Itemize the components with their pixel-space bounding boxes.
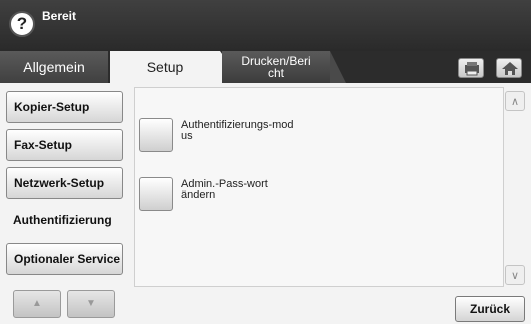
change-admin-password-button[interactable] — [139, 177, 173, 211]
home-icon[interactable] — [496, 58, 522, 78]
sidebar-item-kopier-setup[interactable]: Kopier-Setup — [6, 91, 123, 123]
tab-bar: Allgemein Setup Drucken/Beri cht — [0, 51, 531, 83]
status-header: ? Bereit — [0, 0, 531, 51]
options-list: Authentifizierungs-mod us Admin.-Pass-wo… — [134, 87, 504, 287]
tab-drucken-bericht[interactable]: Drucken/Beri cht — [222, 51, 346, 83]
tab-allgemein[interactable]: Allgemein — [0, 51, 108, 83]
sidebar: Kopier-Setup Fax-Setup Netzwerk-Setup Au… — [0, 83, 128, 324]
vertical-scrollbar[interactable]: ∧ ∨ — [505, 89, 525, 287]
main-panel: Authentifizierungs-mod us Admin.-Pass-wo… — [128, 83, 531, 324]
status-text: Bereit — [42, 9, 77, 23]
bottom-bar: Zurück — [128, 290, 531, 324]
option-label-line2: us — [181, 130, 193, 142]
home-glyph — [502, 62, 518, 75]
option-label-line2: ändern — [181, 189, 216, 201]
scroll-down-icon[interactable]: ∨ — [505, 265, 525, 285]
back-button[interactable]: Zurück — [455, 296, 525, 322]
sidebar-item-fax-setup[interactable]: Fax-Setup — [6, 129, 123, 161]
option-label-line1: Authentifizierungs-mod — [181, 119, 294, 131]
sidebar-item-netzwerk-setup[interactable]: Netzwerk-Setup — [6, 167, 123, 199]
tab-label-line2: cht — [267, 66, 284, 80]
print-icon[interactable] — [458, 58, 484, 78]
scroll-up-icon[interactable]: ∧ — [505, 91, 525, 111]
sidebar-item-authentifizierung[interactable]: Authentifizierung — [6, 205, 123, 237]
setup-screen: ? Bereit Allgemein Setup Drucken/Beri ch… — [0, 0, 531, 324]
scroll-up-button[interactable]: ▲ — [13, 290, 61, 318]
sidebar-item-optionaler-service[interactable]: Optionaler Service — [6, 243, 123, 275]
authentication-mode-button[interactable] — [139, 118, 173, 152]
tab-setup[interactable]: Setup — [110, 51, 242, 83]
help-icon[interactable]: ? — [9, 11, 35, 37]
change-admin-password-label: Admin.-Pass-wort ändern — [181, 179, 321, 201]
authentication-mode-label: Authentifizierungs-mod us — [181, 120, 321, 142]
print-glyph — [465, 62, 479, 76]
scroll-down-button[interactable]: ▼ — [67, 290, 115, 318]
